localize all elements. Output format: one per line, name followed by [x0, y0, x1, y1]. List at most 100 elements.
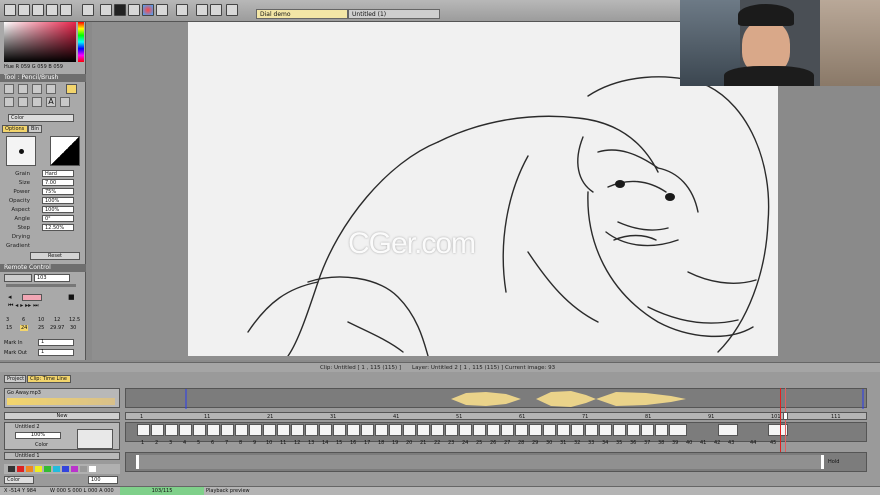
reset-button[interactable]: Reset [30, 252, 80, 260]
layer-untitled-1[interactable]: Untitled 1 [4, 452, 120, 460]
audio-track-header[interactable]: Go Away.mp3 [4, 388, 120, 408]
frame-slider[interactable] [6, 284, 76, 287]
frame-thumbnail[interactable] [305, 424, 318, 436]
frame-thumbnail[interactable] [291, 424, 304, 436]
pencil-icon[interactable] [4, 84, 14, 94]
mark-out-field[interactable]: 1 [38, 349, 74, 356]
frame-thumbnail[interactable] [613, 424, 626, 436]
frame-thumbnail[interactable] [585, 424, 598, 436]
fps-option[interactable]: 3 [6, 317, 9, 323]
frame-thumbnail[interactable] [137, 424, 150, 436]
frame-thumbnail[interactable] [599, 424, 612, 436]
option-size[interactable]: Size 7.00 [2, 179, 84, 187]
swatch[interactable] [17, 466, 24, 472]
swatch[interactable] [62, 466, 69, 472]
swatch[interactable] [8, 466, 15, 472]
frame-thumbnail[interactable] [277, 424, 290, 436]
frame-thumbnail[interactable] [431, 424, 444, 436]
footer-color-select[interactable]: Color [4, 476, 34, 484]
frame-field[interactable]: 103 [34, 274, 70, 282]
frame-thumbnail[interactable] [445, 424, 458, 436]
fill-icon[interactable] [60, 97, 70, 107]
frame-ruler[interactable]: 1 11 21 31 41 51 61 71 81 91 101 111 [125, 412, 867, 420]
frame-thumbnail[interactable] [361, 424, 374, 436]
fps-option[interactable]: 29.97 [50, 325, 64, 331]
color-select[interactable]: Color [8, 114, 74, 122]
option-aspect[interactable]: Aspect 100% [2, 206, 84, 214]
frame-thumbnail[interactable] [473, 424, 486, 436]
audio-waveform-track[interactable] [125, 388, 867, 409]
frame-thumbnail[interactable] [459, 424, 472, 436]
tab-bin[interactable]: Bin [28, 125, 42, 133]
tab-dial-demo[interactable]: Dial demo [256, 9, 348, 19]
fps-option[interactable]: 15 [6, 325, 12, 331]
stop-icon[interactable]: ■ [68, 294, 76, 301]
swatch[interactable] [26, 466, 33, 472]
frame-thumbnail[interactable] [557, 424, 570, 436]
layer-opacity-field[interactable]: 100% [15, 432, 61, 439]
tab-untitled[interactable]: Untitled (1) [348, 9, 440, 19]
pause-button[interactable] [22, 294, 42, 301]
frame-thumbnail[interactable] [529, 424, 542, 436]
frame-thumbnail[interactable] [333, 424, 346, 436]
eraser-icon[interactable] [32, 97, 42, 107]
fps-option-selected[interactable]: 24 [20, 325, 29, 331]
frame-thumbnail[interactable] [627, 424, 640, 436]
fps-option[interactable]: 12 [54, 317, 60, 323]
swatch[interactable] [35, 466, 42, 472]
swatch[interactable] [80, 466, 87, 472]
frame-thumbnail[interactable] [151, 424, 164, 436]
audio-volume-bar[interactable] [7, 398, 115, 405]
airbrush-icon[interactable] [4, 97, 14, 107]
mark-in-field[interactable]: 1 [38, 339, 74, 346]
brush-icon[interactable] [18, 84, 28, 94]
view-icon[interactable] [196, 4, 208, 16]
cut-icon[interactable] [82, 4, 94, 16]
undo-icon[interactable] [60, 4, 72, 16]
layer-1-frames-track[interactable]: Hold [125, 452, 867, 472]
brush-icon[interactable] [156, 4, 168, 16]
frame-thumbnail[interactable] [263, 424, 276, 436]
footer-value-field[interactable]: 100 [88, 476, 118, 484]
save-icon[interactable] [32, 4, 44, 16]
layer-mode[interactable]: Color [35, 442, 48, 448]
select-icon[interactable] [100, 4, 112, 16]
frame-thumbnail[interactable] [207, 424, 220, 436]
swatch[interactable] [89, 466, 96, 472]
option-opacity[interactable]: Opacity 100% [2, 197, 84, 205]
frame-thumbnail[interactable] [641, 424, 654, 436]
zoom-grid-icon[interactable] [226, 4, 238, 16]
option-step[interactable]: Step 12.50% [2, 224, 84, 232]
option-grain[interactable]: Grain Hard [2, 170, 84, 178]
frame-thumbnail[interactable] [515, 424, 528, 436]
fps-option[interactable]: 6 [22, 317, 25, 323]
text-icon[interactable]: A [46, 97, 56, 107]
layer-untitled-2[interactable]: Untitled 2 100% Color [4, 422, 120, 450]
frame-thumbnail[interactable] [571, 424, 584, 436]
option-gradient[interactable]: Gradient [2, 242, 84, 250]
frame-thumbnail[interactable] [417, 424, 430, 436]
frame-thumbnail[interactable] [235, 424, 248, 436]
marker-icon[interactable] [32, 84, 42, 94]
frame-thumbnail[interactable] [193, 424, 206, 436]
light-table-icon[interactable] [210, 4, 222, 16]
frame-thumbnail[interactable] [669, 424, 687, 436]
hue-slider[interactable] [78, 22, 84, 62]
frame-thumbnail[interactable] [655, 424, 668, 436]
rewind-icon[interactable]: ◂ [8, 294, 16, 301]
tab-clip-timeline[interactable]: Clip: Time Line [27, 375, 71, 383]
pressure-curve[interactable] [50, 136, 80, 166]
swatch[interactable] [53, 466, 60, 472]
remote-mode-buttons[interactable] [4, 274, 32, 282]
playhead-handle[interactable] [783, 412, 788, 420]
layers-icon[interactable] [128, 4, 140, 16]
print-icon[interactable] [46, 4, 58, 16]
smudge-icon[interactable] [18, 97, 28, 107]
open-file-icon[interactable] [18, 4, 30, 16]
fps-option[interactable]: 30 [70, 325, 76, 331]
frame-thumbnail[interactable] [347, 424, 360, 436]
frame-thumbnail[interactable] [487, 424, 500, 436]
option-power[interactable]: Power 75% [2, 188, 84, 196]
color-picker[interactable] [4, 22, 76, 62]
tab-options[interactable]: Options [2, 125, 28, 133]
